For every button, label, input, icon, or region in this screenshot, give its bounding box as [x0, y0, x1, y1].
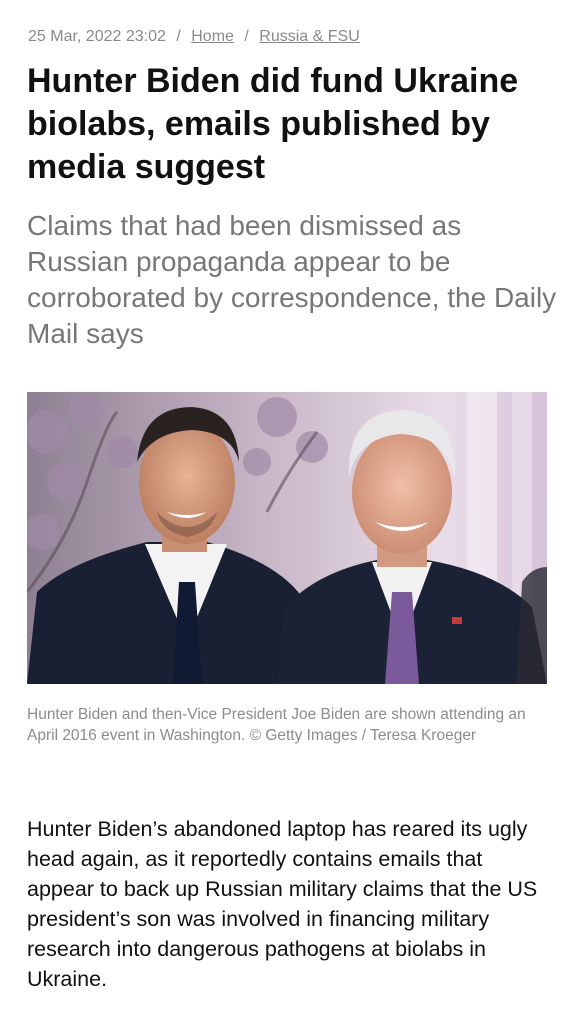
breadcrumb-home-link[interactable]: Home	[191, 28, 234, 45]
breadcrumb-section-link[interactable]: Russia & FSU	[259, 28, 359, 45]
article-body: Hunter Biden’s abandoned laptop has rear…	[27, 817, 538, 991]
article-subheadline: Claims that had been dismissed as Russia…	[27, 210, 557, 349]
publish-date: 25 Mar, 2022 23:02	[28, 28, 166, 45]
breadcrumb-separator: /	[176, 28, 181, 45]
breadcrumb-separator: /	[244, 28, 249, 45]
article-headline: Hunter Biden did fund Ukraine biolabs, e…	[27, 62, 519, 186]
image-caption: Hunter Biden and then-Vice President Joe…	[27, 706, 526, 744]
article-meta: 25 Mar, 2022 23:02 / Home / Russia & FSU	[28, 28, 360, 46]
article-photo	[27, 392, 547, 684]
